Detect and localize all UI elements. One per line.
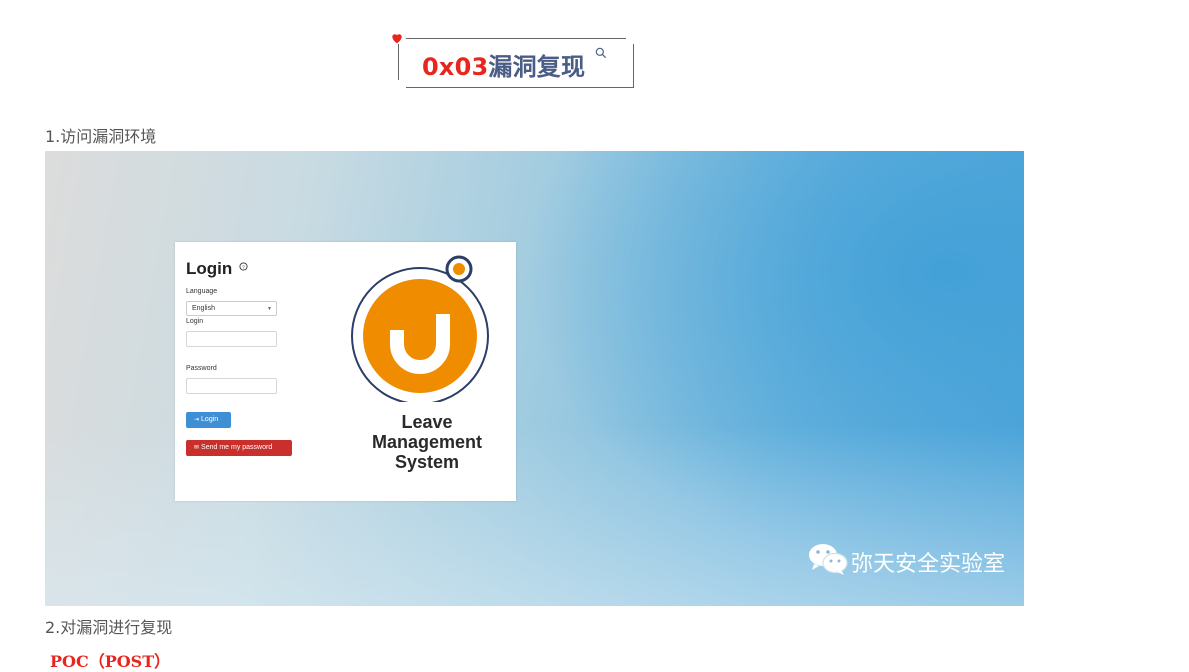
help-icon: ? — [239, 262, 248, 271]
app-name-line-2: Management — [371, 432, 483, 452]
login-input — [186, 331, 277, 347]
heading-border-right — [633, 44, 634, 88]
password-field-label: Password — [186, 365, 217, 372]
app-name-line-1: Leave — [401, 412, 453, 432]
send-password-button: ✉ Send me my password — [186, 440, 292, 456]
send-password-label: Send me my password — [201, 444, 273, 451]
chevron-down-icon: ▼ — [267, 306, 272, 312]
login-button: ⇥ Login — [186, 412, 231, 428]
login-title: Login — [186, 259, 233, 278]
login-card: Login ? Language English ▼ Login Passwor… — [175, 242, 516, 501]
envelope-icon: ✉ — [194, 445, 200, 451]
section-heading: 0x03漏洞复现 — [392, 34, 634, 88]
login-field-label: Login — [186, 318, 204, 325]
heading-border-top — [406, 38, 626, 39]
language-label: Language — [186, 288, 218, 295]
watermark-text: 弥天安全实验室 — [851, 552, 1006, 577]
sign-in-icon: ⇥ — [194, 417, 200, 423]
search-icon — [595, 47, 607, 59]
password-input — [186, 378, 277, 394]
heading-title: 0x03漏洞复现 — [422, 47, 585, 82]
login-button-label: Login — [201, 416, 219, 423]
heading-border-left — [398, 44, 399, 80]
svg-text:?: ? — [242, 264, 245, 270]
heading-label: 漏洞复现 — [488, 53, 586, 81]
app-logo — [351, 255, 489, 402]
login-screenshot-image: Login ? Language English ▼ Login Passwor… — [45, 151, 1024, 606]
heading-border-bottom — [406, 87, 634, 88]
language-select-value: English — [192, 305, 215, 312]
poc-label: POC（POST） — [50, 652, 171, 671]
heart-icon — [392, 34, 402, 44]
app-name-line-3: System — [394, 452, 460, 472]
step-2-text: 2.对漏洞进行复现 — [45, 618, 173, 637]
heading-number: 0x03 — [422, 53, 489, 81]
step-1-text: 1.访问漏洞环境 — [45, 127, 157, 146]
app-name: Leave Management System — [347, 412, 507, 472]
wechat-icon — [809, 544, 848, 575]
language-select: English ▼ — [186, 301, 277, 316]
